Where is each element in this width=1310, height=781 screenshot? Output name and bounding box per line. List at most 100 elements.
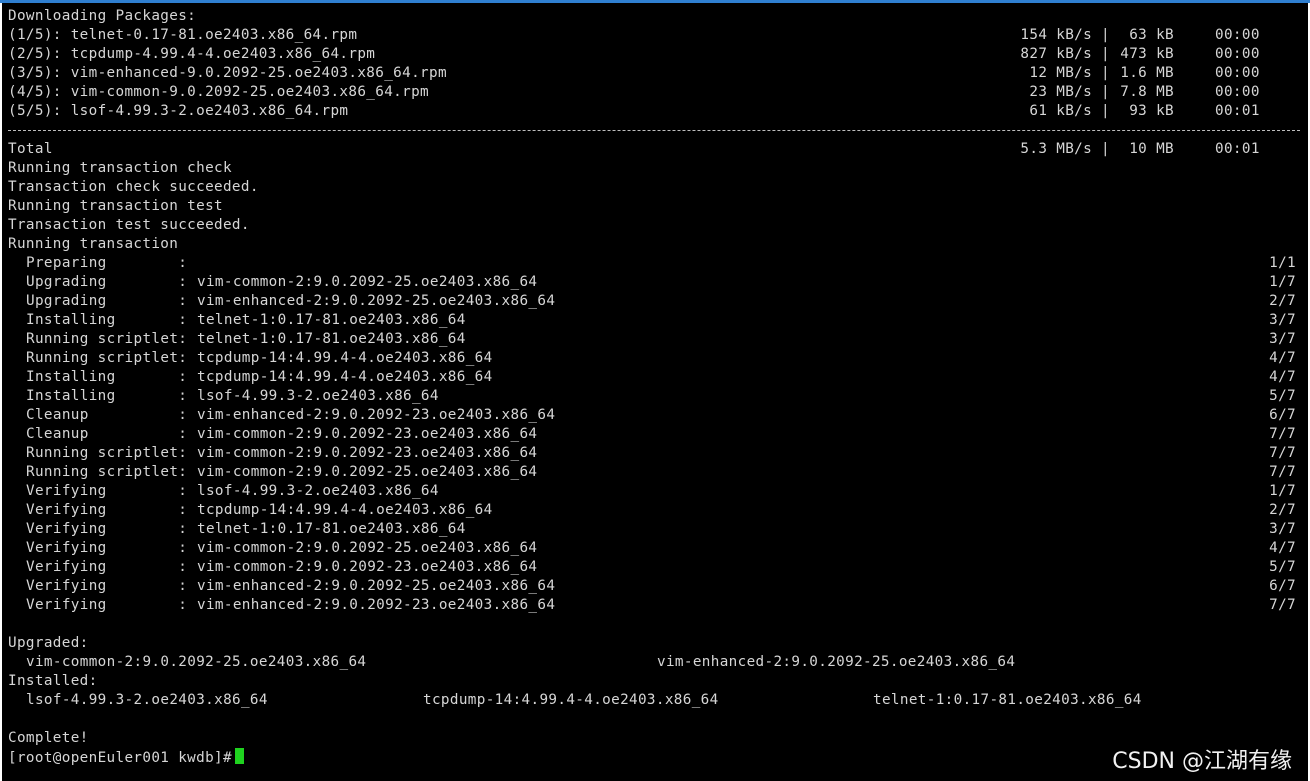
step-line: Installing : telnet-1:0.17-81.oe2403.x86_… [8, 311, 1308, 330]
step-action: Verifying : [26, 521, 188, 537]
step-line: Verifying : vim-enhanced-2:9.0.2092-25.oe… [8, 577, 1308, 596]
upgraded-packages: vim-common-2:9.0.2092-25.oe2403.x86_64 v… [8, 653, 1308, 672]
terminal-output[interactable]: Downloading Packages: (1/5): telnet-0.17… [2, 3, 1308, 781]
shell-prompt[interactable]: [root@openEuler001 kwdb]# [8, 748, 244, 768]
download-speed: 23 MB/s | [1029, 84, 1110, 100]
step-line: Running scriptlet: vim-common-2:9.0.2092-… [8, 463, 1308, 482]
step-line: Upgrading : vim-enhanced-2:9.0.2092-25.oe… [8, 292, 1308, 311]
complete-message: Complete! [8, 730, 89, 746]
step-action: Cleanup : [26, 407, 188, 423]
step-count: 4/7 [1269, 540, 1296, 556]
step-action: Installing : [26, 312, 188, 328]
step-action: Running scriptlet: [26, 445, 188, 461]
step-line: Verifying : telnet-1:0.17-81.oe2403.x86_6… [8, 520, 1308, 539]
download-package: (2/5): tcpdump-4.99.4-4.oe2403.x86_64.rp… [8, 46, 376, 62]
step-package: vim-common-2:9.0.2092-23.oe2403.x86_64 [197, 426, 538, 442]
step-package: lsof-4.99.3-2.oe2403.x86_64 [197, 483, 439, 499]
download-header-line: Downloading Packages: [8, 7, 1308, 26]
step-count: 5/7 [1269, 559, 1296, 575]
step-package: tcpdump-14:4.99.4-4.oe2403.x86_64 [197, 369, 493, 385]
download-size: 93 kB [1129, 103, 1174, 119]
step-action: Running scriptlet: [26, 350, 188, 366]
separator-line [8, 130, 1300, 131]
download-time: 00:00 [1215, 46, 1260, 62]
step-action: Verifying : [26, 597, 188, 613]
step-count: 1/1 [1269, 255, 1296, 271]
step-action: Verifying : [26, 559, 188, 575]
step-count: 7/7 [1269, 597, 1296, 613]
download-speed: 61 kB/s | [1029, 103, 1110, 119]
step-action: Verifying : [26, 540, 188, 556]
download-time: 00:00 [1215, 27, 1260, 43]
status-text: Running transaction check [8, 160, 232, 176]
step-count: 4/7 [1269, 369, 1296, 385]
step-action: Verifying : [26, 502, 188, 518]
step-count: 4/7 [1269, 350, 1296, 366]
step-package: vim-common-2:9.0.2092-25.oe2403.x86_64 [197, 540, 538, 556]
download-size: 1.6 MB [1120, 65, 1174, 81]
installed-header: Installed: [8, 673, 98, 689]
terminal-window: Downloading Packages: (1/5): telnet-0.17… [0, 0, 1310, 781]
step-line: Verifying : vim-common-2:9.0.2092-25.oe24… [8, 539, 1308, 558]
step-count: 3/7 [1269, 521, 1296, 537]
upgraded-package: vim-common-2:9.0.2092-25.oe2403.x86_64 [26, 654, 367, 670]
step-count: 1/7 [1269, 274, 1296, 290]
step-count: 3/7 [1269, 312, 1296, 328]
complete-line: Complete! [8, 729, 1308, 748]
step-package: vim-common-2:9.0.2092-25.oe2403.x86_64 [197, 464, 538, 480]
step-package: vim-enhanced-2:9.0.2092-25.oe2403.x86_64 [197, 578, 556, 594]
download-time: 00:00 [1215, 65, 1260, 81]
step-count: 6/7 [1269, 578, 1296, 594]
download-size: 63 kB [1129, 27, 1174, 43]
total-line: Total 5.3 MB/s | 10 MB 00:01 [8, 140, 1308, 159]
download-package: (5/5): lsof-4.99.3-2.oe2403.x86_64.rpm [8, 103, 349, 119]
cursor-block [234, 748, 244, 764]
download-speed: 12 MB/s | [1029, 65, 1110, 81]
step-line: Verifying : lsof-4.99.3-2.oe2403.x86_64 1/… [8, 482, 1308, 501]
step-action: Running scriptlet: [26, 331, 188, 347]
step-package: telnet-1:0.17-81.oe2403.x86_64 [197, 331, 466, 347]
step-action: Preparing : [26, 255, 188, 271]
watermark: CSDN @江湖有缘 [1112, 749, 1292, 774]
step-line: Preparing : 1/1 [8, 254, 1308, 273]
step-package: vim-common-2:9.0.2092-23.oe2403.x86_64 [197, 559, 538, 575]
step-package: vim-common-2:9.0.2092-25.oe2403.x86_64 [197, 274, 538, 290]
download-line: (5/5): lsof-4.99.3-2.oe2403.x86_64.rpm 6… [8, 102, 1308, 121]
status-line: Transaction check succeeded. [8, 178, 1308, 197]
step-package: tcpdump-14:4.99.4-4.oe2403.x86_64 [197, 502, 493, 518]
status-line: Running transaction test [8, 197, 1308, 216]
step-count: 7/7 [1269, 464, 1296, 480]
prompt-text: [root@openEuler001 kwdb]# [8, 750, 232, 766]
installed-packages: lsof-4.99.3-2.oe2403.x86_64 tcpdump-14:4… [8, 691, 1308, 710]
step-action: Verifying : [26, 578, 188, 594]
step-action: Running scriptlet: [26, 464, 188, 480]
download-package: (3/5): vim-enhanced-9.0.2092-25.oe2403.x… [8, 65, 447, 81]
download-package: (4/5): vim-common-9.0.2092-25.oe2403.x86… [8, 84, 429, 100]
step-action: Upgrading : [26, 274, 188, 290]
status-text: Transaction check succeeded. [8, 179, 259, 195]
step-package: vim-enhanced-2:9.0.2092-25.oe2403.x86_64 [197, 293, 556, 309]
download-time: 00:00 [1215, 84, 1260, 100]
download-time: 00:01 [1215, 103, 1260, 119]
step-line: Running scriptlet: tcpdump-14:4.99.4-4.oe… [8, 349, 1308, 368]
step-count: 1/7 [1269, 483, 1296, 499]
step-line: Running scriptlet: telnet-1:0.17-81.oe240… [8, 330, 1308, 349]
step-package: telnet-1:0.17-81.oe2403.x86_64 [197, 312, 466, 328]
step-package: tcpdump-14:4.99.4-4.oe2403.x86_64 [197, 350, 493, 366]
step-count: 6/7 [1269, 407, 1296, 423]
total-label: Total [8, 141, 53, 157]
step-action: Upgrading : [26, 293, 188, 309]
step-line: Cleanup : vim-common-2:9.0.2092-23.oe2403… [8, 425, 1308, 444]
upgraded-package: vim-enhanced-2:9.0.2092-25.oe2403.x86_64 [657, 654, 1016, 670]
step-line: Cleanup : vim-enhanced-2:9.0.2092-23.oe24… [8, 406, 1308, 425]
status-text: Transaction test succeeded. [8, 217, 250, 233]
step-count: 7/7 [1269, 426, 1296, 442]
step-count: 7/7 [1269, 445, 1296, 461]
step-line: Installing : tcpdump-14:4.99.4-4.oe2403.x… [8, 368, 1308, 387]
installed-package: lsof-4.99.3-2.oe2403.x86_64 [26, 692, 268, 708]
status-text: Running transaction [8, 236, 179, 252]
download-line: (2/5): tcpdump-4.99.4-4.oe2403.x86_64.rp… [8, 45, 1308, 64]
download-size: 7.8 MB [1120, 84, 1174, 100]
step-package: lsof-4.99.3-2.oe2403.x86_64 [197, 388, 439, 404]
download-speed: 154 kB/s | [1020, 27, 1110, 43]
